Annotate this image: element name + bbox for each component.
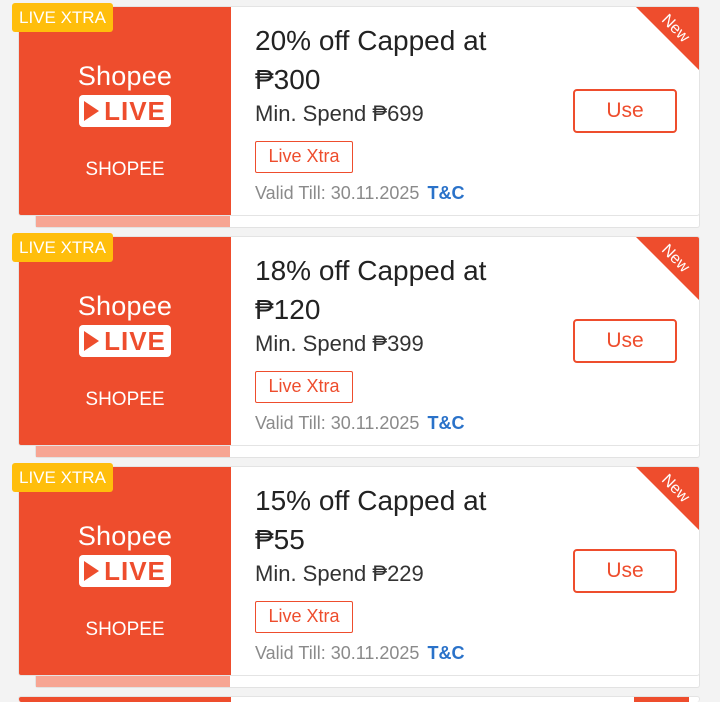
live-xtra-badge: LIVE XTRA — [12, 3, 113, 32]
min-spend: Min. Spend ₱699 — [255, 101, 424, 126]
shop-name: SHOPEE — [85, 389, 165, 410]
live-box: LIVE — [79, 555, 171, 587]
card-stack-shadow — [35, 674, 700, 688]
validity-row: Valid Till: 30.11.2025 T&C — [255, 413, 464, 434]
voucher-card[interactable]: Shopee LIVE SHOPEE 18% off Capped at ₱12… — [12, 233, 700, 458]
tnc-link[interactable]: T&C — [427, 643, 464, 663]
use-button[interactable]: Use — [573, 89, 677, 133]
voucher-title-line2: ₱300 — [255, 64, 321, 95]
voucher-card[interactable]: Shopee LIVE SHOPEE 15% off Capped at ₱55… — [12, 463, 700, 688]
logo-word: Shopee — [77, 61, 173, 91]
logo-word: Shopee — [77, 521, 173, 551]
voucher-title-line1: 20% off Capped at — [255, 25, 487, 56]
voucher-logo-panel: Shopee LIVE SHOPEE — [19, 237, 231, 445]
voucher-card-body — [18, 696, 700, 702]
voucher-logo-panel — [19, 697, 231, 702]
voucher-details: 20% off Capped at ₱300 Min. Spend ₱699 L… — [255, 7, 699, 215]
use-button[interactable]: Use — [573, 319, 677, 363]
voucher-logo-panel: Shopee LIVE SHOPEE — [19, 467, 231, 675]
live-word: LIVE — [104, 555, 166, 586]
voucher-title: 18% off Capped at ₱120 — [255, 251, 545, 329]
voucher-title: 15% off Capped at ₱55 — [255, 481, 545, 559]
shop-name: SHOPEE — [85, 159, 165, 180]
voucher-tag: Live Xtra — [255, 141, 353, 173]
voucher-tag: Live Xtra — [255, 371, 353, 403]
voucher-logo-panel: Shopee LIVE SHOPEE — [19, 7, 231, 215]
valid-till: Valid Till: 30.11.2025 — [255, 183, 420, 203]
voucher-title: 20% off Capped at ₱300 — [255, 21, 545, 99]
logo-word: Shopee — [77, 291, 173, 321]
card-stack-shadow — [35, 444, 700, 458]
play-icon — [84, 561, 100, 581]
live-box: LIVE — [79, 95, 171, 127]
validity-row: Valid Till: 30.11.2025 T&C — [255, 183, 464, 204]
live-xtra-badge: LIVE XTRA — [12, 463, 113, 492]
min-spend: Min. Spend ₱399 — [255, 331, 424, 356]
voucher-card-partial[interactable] — [18, 696, 700, 702]
voucher-details: 18% off Capped at ₱120 Min. Spend ₱399 L… — [255, 237, 699, 445]
live-word: LIVE — [104, 325, 166, 356]
tnc-link[interactable]: T&C — [427, 183, 464, 203]
shopee-live-logo: Shopee LIVE — [19, 61, 231, 127]
voucher-card-body: Shopee LIVE SHOPEE 18% off Capped at ₱12… — [18, 236, 700, 446]
valid-till: Valid Till: 30.11.2025 — [255, 643, 420, 663]
voucher-card[interactable]: Shopee LIVE SHOPEE 20% off Capped at ₱30… — [12, 3, 700, 228]
voucher-title-line1: 18% off Capped at — [255, 255, 487, 286]
voucher-card-body: Shopee LIVE SHOPEE 20% off Capped at ₱30… — [18, 6, 700, 216]
voucher-tag: Live Xtra — [255, 601, 353, 633]
voucher-list: Shopee LIVE SHOPEE 20% off Capped at ₱30… — [0, 0, 720, 702]
voucher-title-line2: ₱55 — [255, 524, 305, 555]
shopee-live-logo: Shopee LIVE — [19, 291, 231, 357]
min-spend: Min. Spend ₱229 — [255, 561, 424, 586]
voucher-card-body: Shopee LIVE SHOPEE 15% off Capped at ₱55… — [18, 466, 700, 676]
voucher-title-line2: ₱120 — [255, 294, 321, 325]
validity-row: Valid Till: 30.11.2025 T&C — [255, 643, 464, 664]
live-xtra-badge: LIVE XTRA — [12, 233, 113, 262]
play-icon — [84, 331, 100, 351]
live-box: LIVE — [79, 325, 171, 357]
voucher-details: 15% off Capped at ₱55 Min. Spend ₱229 Li… — [255, 467, 699, 675]
shopee-live-logo: Shopee LIVE — [19, 521, 231, 587]
new-corner-ribbon — [634, 697, 689, 702]
shop-name: SHOPEE — [85, 619, 165, 640]
card-stack-shadow — [35, 214, 700, 228]
valid-till: Valid Till: 30.11.2025 — [255, 413, 420, 433]
use-button[interactable]: Use — [573, 549, 677, 593]
tnc-link[interactable]: T&C — [427, 413, 464, 433]
voucher-title-line1: 15% off Capped at — [255, 485, 487, 516]
play-icon — [84, 101, 100, 121]
live-word: LIVE — [104, 95, 166, 126]
